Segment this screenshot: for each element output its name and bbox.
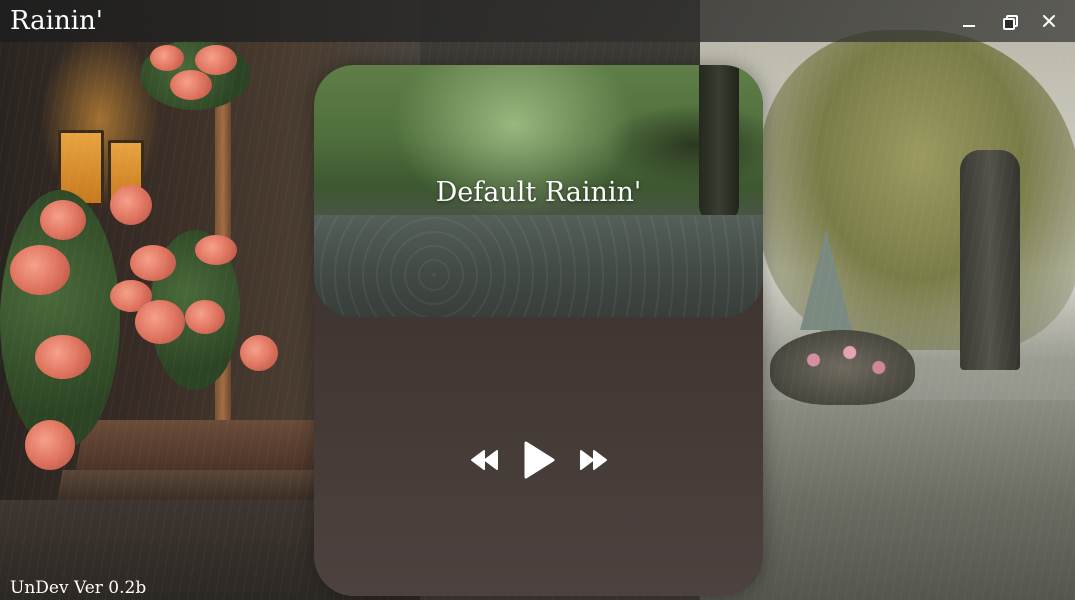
play-button[interactable] xyxy=(522,440,556,480)
app-title: Rainin' xyxy=(10,6,103,36)
minimize-button[interactable] xyxy=(949,0,989,42)
fast-forward-icon xyxy=(579,450,607,470)
close-button[interactable] xyxy=(1029,0,1069,42)
previous-button[interactable] xyxy=(470,449,500,471)
next-button[interactable] xyxy=(578,449,608,471)
restore-button[interactable] xyxy=(989,0,1029,42)
window-controls xyxy=(949,0,1069,42)
rewind-icon xyxy=(470,450,498,470)
close-icon xyxy=(1043,15,1055,27)
version-label: UnDev Ver 0.2b xyxy=(10,578,147,598)
artwork-ground xyxy=(314,215,763,317)
track-title: Default Rainin' xyxy=(435,177,642,208)
app-window: Rainin' Default Rainin' UnDev Ver 0.2b xyxy=(0,0,1075,600)
restore-icon xyxy=(1003,15,1018,30)
play-icon xyxy=(524,441,554,479)
minimize-icon xyxy=(963,25,975,27)
playback-controls xyxy=(314,435,763,485)
title-bar[interactable]: Rainin' xyxy=(0,0,1075,42)
player-card: Default Rainin' xyxy=(314,65,763,596)
track-artwork: Default Rainin' xyxy=(314,65,763,317)
